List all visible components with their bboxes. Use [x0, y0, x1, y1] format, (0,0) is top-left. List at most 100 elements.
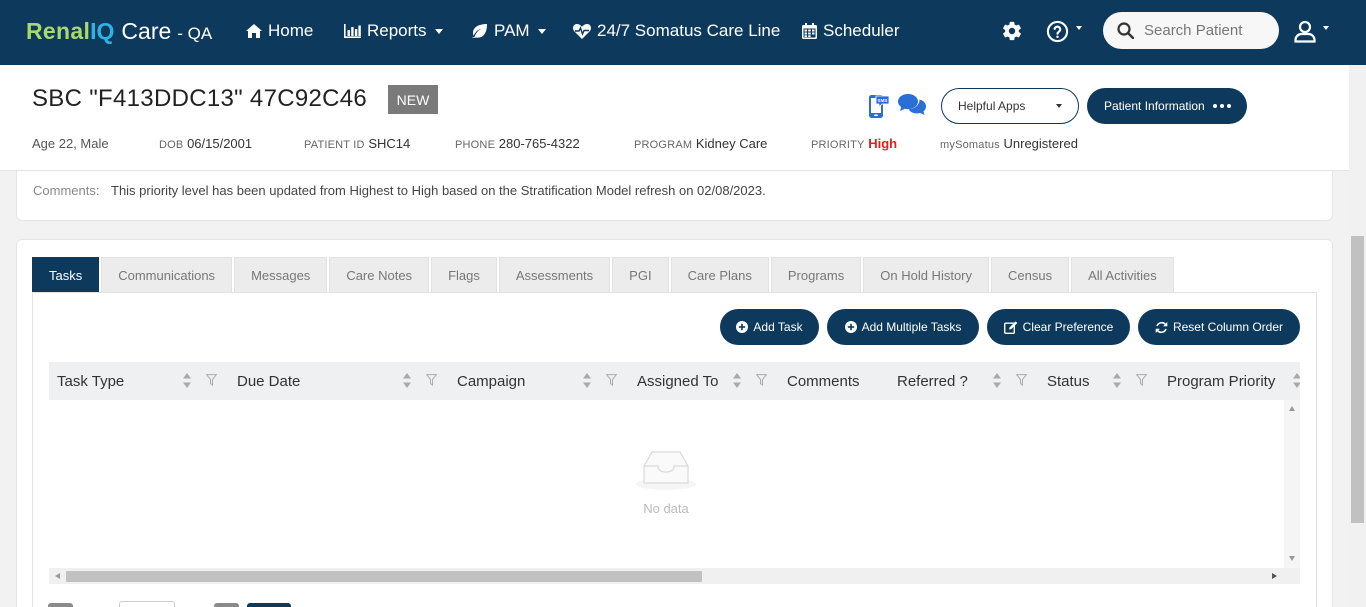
chart-icon	[344, 24, 361, 38]
filter-icon[interactable]	[756, 374, 767, 386]
nav-careline-label: 24/7 Somatus Care Line	[597, 21, 781, 40]
filter-icon[interactable]	[1016, 374, 1027, 386]
sort-icon[interactable]	[183, 373, 191, 388]
mysomatus-field: mySomatus Unregistered	[940, 136, 1078, 151]
horizontal-scroll-thumb[interactable]	[66, 571, 702, 582]
scroll-left-arrow-icon[interactable]	[55, 573, 60, 579]
filter-icon[interactable]	[206, 374, 217, 386]
filter-icon[interactable]	[606, 374, 617, 386]
phone-label: PHONE	[455, 139, 496, 151]
patient-id-value: SHC14	[368, 136, 411, 151]
refresh-icon	[1155, 321, 1168, 333]
filter-icon[interactable]	[426, 374, 437, 386]
helpful-apps-dropdown[interactable]: Helpful Apps	[941, 88, 1079, 124]
dob-field: DOB 06/15/2001	[159, 136, 252, 151]
tab-census[interactable]: Census	[991, 257, 1070, 293]
nav-pam[interactable]: PAM	[471, 21, 546, 41]
add-multiple-tasks-button[interactable]: Add Multiple Tasks	[827, 309, 979, 345]
tab-pgi[interactable]: PGI	[612, 257, 669, 293]
nav-careline[interactable]: 24/7 Somatus Care Line	[573, 21, 780, 41]
age-gender: Age 22, Male	[32, 136, 109, 151]
plus-circle-icon	[736, 321, 749, 333]
patient-name: SBC "F413DDC13" 47C92C46	[32, 85, 368, 112]
new-badge: NEW	[388, 85, 438, 114]
brand-renal: Renal	[26, 18, 91, 44]
mysomatus-value: Unregistered	[1003, 136, 1078, 151]
column-header-program-priority[interactable]: Program Priority	[1167, 362, 1275, 400]
program-field: PROGRAM Kidney Care	[634, 136, 767, 151]
more-dots-icon	[1212, 104, 1231, 108]
tab-programs[interactable]: Programs	[770, 257, 862, 293]
sort-icon[interactable]	[733, 373, 741, 388]
calendar-icon	[802, 23, 817, 39]
tab-assessments[interactable]: Assessments	[498, 257, 611, 293]
nav-home[interactable]: Home	[246, 21, 313, 41]
tab-tasks[interactable]: Tasks	[32, 257, 100, 293]
clear-preference-label: Clear Preference	[1022, 320, 1114, 334]
edit-icon	[1003, 320, 1017, 334]
tab-messages[interactable]: Messages	[234, 257, 328, 293]
column-header-due-date[interactable]: Due Date	[237, 362, 300, 400]
search-icon	[1117, 22, 1134, 39]
pager-first-button[interactable]	[48, 603, 73, 607]
chevron-down-icon	[1323, 26, 1329, 30]
tab-all-activities[interactable]: All Activities	[1071, 257, 1174, 293]
pager-next-button[interactable]	[214, 603, 239, 607]
sort-icon[interactable]	[993, 373, 1001, 388]
chat-button[interactable]	[897, 93, 927, 122]
pager-size-select[interactable]	[247, 603, 291, 607]
brand-logo[interactable]: Renal IQ Care - QA	[26, 18, 212, 45]
sort-icon[interactable]	[1113, 373, 1121, 388]
column-header-task-type[interactable]: Task Type	[57, 362, 124, 400]
sms-button[interactable]: SMS	[868, 94, 890, 125]
tab-flags[interactable]: Flags	[431, 257, 497, 293]
nav-scheduler[interactable]: Scheduler	[802, 21, 900, 41]
page-scroll-thumb[interactable]	[1351, 236, 1364, 523]
scroll-right-arrow-icon[interactable]	[1272, 573, 1277, 579]
clear-preference-button[interactable]: Clear Preference	[987, 309, 1130, 345]
column-header-campaign[interactable]: Campaign	[457, 362, 525, 400]
scroll-up-arrow-icon[interactable]	[1289, 406, 1295, 411]
search-patient-input[interactable]	[1144, 22, 1274, 39]
user-icon	[1294, 20, 1316, 43]
column-header-assigned-to[interactable]: Assigned To	[637, 362, 718, 400]
pager-page-input[interactable]	[119, 601, 175, 607]
chevron-down-icon	[1056, 104, 1062, 108]
comments-label: Comments:	[33, 183, 100, 198]
sort-icon[interactable]	[1293, 373, 1300, 388]
chevron-down-icon	[434, 28, 443, 34]
plus-circle-icon	[844, 321, 857, 333]
tab-on-hold-history[interactable]: On Hold History	[863, 257, 989, 293]
sort-icon[interactable]	[583, 373, 591, 388]
patient-information-button[interactable]: Patient Information	[1087, 88, 1247, 124]
patient-id-field: PATIENT ID SHC14	[304, 136, 410, 151]
tab-care-notes[interactable]: Care Notes	[329, 257, 430, 293]
patient-id-label: PATIENT ID	[304, 139, 365, 151]
priority-value: High	[868, 136, 898, 151]
home-icon	[246, 24, 262, 38]
column-header-referred[interactable]: Referred ?	[897, 362, 968, 400]
leaf-icon	[471, 24, 487, 38]
add-task-label: Add Task	[753, 320, 803, 334]
sort-icon[interactable]	[403, 373, 411, 388]
nav-reports[interactable]: Reports	[344, 21, 443, 41]
phone-field: PHONE 280-765-4322	[455, 136, 580, 151]
user-menu-button[interactable]	[1293, 19, 1329, 43]
filter-icon[interactable]	[1136, 374, 1147, 386]
reset-column-order-button[interactable]: Reset Column Order	[1138, 309, 1300, 345]
help-button[interactable]	[1046, 20, 1082, 43]
search-patient-box[interactable]	[1103, 12, 1279, 49]
dob-value: 06/15/2001	[187, 136, 253, 151]
tab-communications[interactable]: Communications	[101, 257, 233, 293]
add-task-button[interactable]: Add Task	[720, 309, 819, 345]
scroll-down-arrow-icon[interactable]	[1289, 556, 1295, 561]
priority-field: PRIORITY High	[811, 136, 897, 151]
sms-badge-text: SMS	[878, 98, 888, 103]
column-header-comments[interactable]: Comments	[787, 362, 860, 400]
top-navbar: Renal IQ Care - QA Home Reports PAM 24/7…	[0, 0, 1366, 65]
grid-vertical-scrollbar[interactable]	[1284, 400, 1300, 568]
mysomatus-label: mySomatus	[940, 139, 1000, 151]
column-header-status[interactable]: Status	[1047, 362, 1090, 400]
settings-button[interactable]	[1001, 20, 1023, 42]
tab-care-plans[interactable]: Care Plans	[670, 257, 769, 293]
